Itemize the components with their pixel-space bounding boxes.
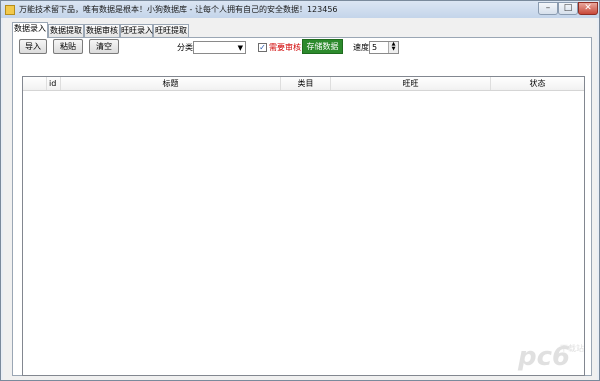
tab-wangwang-extract[interactable]: 旺旺提取 — [153, 24, 189, 37]
tab-wangwang-entry[interactable]: 旺旺录入 — [120, 24, 153, 37]
tab-data-extract[interactable]: 数据提取 — [48, 24, 84, 37]
speed-value: 5 — [372, 43, 378, 52]
tab-data-review[interactable]: 数据审核 — [84, 24, 120, 37]
paste-button[interactable]: 粘贴 — [53, 39, 83, 54]
review-checkbox[interactable]: ✓ — [258, 43, 267, 52]
data-grid[interactable]: id 标题 类目 旺旺 状态 — [22, 76, 585, 376]
import-button[interactable]: 导入 — [19, 39, 47, 54]
column-header-category[interactable]: 类目 — [281, 77, 331, 90]
grid-header: id 标题 类目 旺旺 状态 — [23, 77, 584, 91]
row-selector-header — [23, 77, 47, 90]
column-header-wangwang[interactable]: 旺旺 — [331, 77, 491, 90]
minimize-button[interactable]: – — [538, 2, 558, 15]
speed-label: 速度 — [353, 43, 369, 52]
app-window: 万能技术留下品，唯有数据是根本！小狗数据库 - 让每个人拥有自己的安全数据！12… — [0, 0, 600, 381]
watermark-subtext: 下载站 — [560, 343, 584, 353]
spin-buttons[interactable]: ▲ ▼ — [388, 42, 398, 53]
tab-panel-data-entry: 导入 粘贴 清空 分类 ▼ ✓ 需要审核 存储数据 速度 5 ▲ ▼ id 标题… — [12, 37, 592, 376]
speed-stepper[interactable]: 5 ▲ ▼ — [369, 41, 399, 54]
window-title: 万能技术留下品，唯有数据是根本！小狗数据库 - 让每个人拥有自己的安全数据！12… — [19, 5, 338, 14]
category-label: 分类 — [177, 43, 193, 52]
review-label: 需要审核 — [269, 43, 301, 52]
column-header-title[interactable]: 标题 — [61, 77, 281, 90]
pc6-watermark-logo: pc6 下载站 — [517, 342, 584, 371]
chevron-down-icon: ▼ — [237, 44, 243, 52]
spin-down-icon[interactable]: ▼ — [389, 47, 398, 52]
column-header-status[interactable]: 状态 — [491, 77, 584, 90]
app-icon — [5, 5, 15, 15]
close-button[interactable]: ✕ — [578, 2, 598, 15]
store-data-button[interactable]: 存储数据 — [302, 39, 343, 54]
tab-data-entry[interactable]: 数据录入 — [12, 22, 48, 38]
title-bar[interactable]: 万能技术留下品，唯有数据是根本！小狗数据库 - 让每个人拥有自己的安全数据！12… — [1, 1, 599, 18]
category-select[interactable]: ▼ — [193, 41, 246, 54]
column-header-id[interactable]: id — [47, 77, 61, 90]
clear-button[interactable]: 清空 — [89, 39, 119, 54]
maximize-button[interactable]: □ — [558, 2, 578, 15]
client-area: 数据录入 数据提取 数据审核 旺旺录入 旺旺提取 导入 粘贴 清空 分类 ▼ ✓… — [3, 18, 597, 380]
